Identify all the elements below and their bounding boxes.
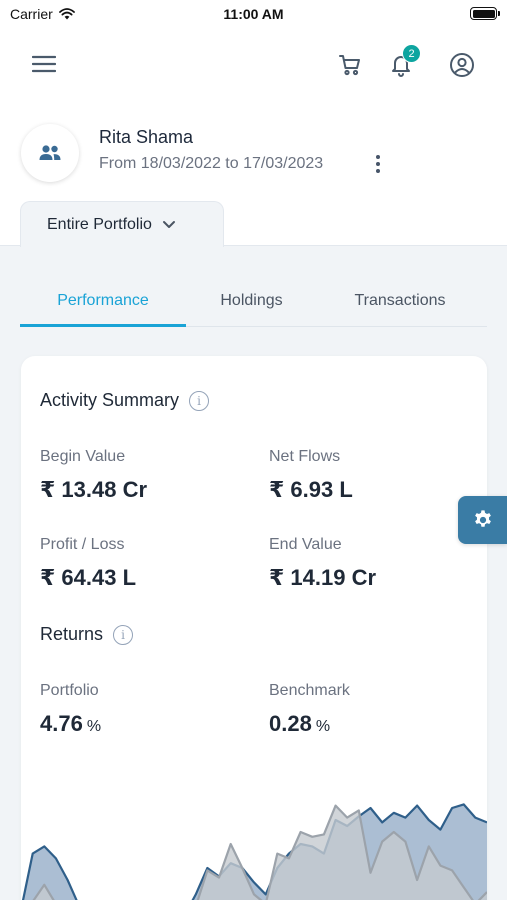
more-options-button[interactable] [368,154,388,174]
performance-card: Activity Summary i Begin Value ₹ 13.48 C… [21,356,487,900]
tab-performance[interactable]: Performance [20,280,186,327]
tab-holdings[interactable]: Holdings [186,280,317,327]
profit-loss-label: Profit / Loss [40,536,125,553]
app-toolbar [0,44,507,88]
benchmark-return: 0.28% [269,711,330,737]
performance-chart [21,792,487,900]
returns-title: Returns [40,624,104,644]
info-icon[interactable]: i [189,390,210,411]
user-circle-icon [450,53,474,77]
portfolio-return-label: Portfolio [40,682,99,699]
client-profile: Rita Shama From 18/03/2022 to 17/03/2023 [0,118,507,198]
portfolio-return: 4.76% [40,711,101,737]
percent-unit: % [315,718,331,735]
end-value: ₹ 14.19 Cr [269,565,377,590]
client-avatar[interactable] [21,124,79,182]
cart-icon [339,55,360,76]
end-value-label: End Value [269,536,342,553]
benchmark-return-value: 0.28 [269,711,312,736]
gear-icon [474,510,491,527]
dot-icon [376,162,380,166]
returns-heading: Returns i [40,624,134,645]
info-icon[interactable]: i [113,624,134,645]
profile-button[interactable] [444,47,480,83]
activity-summary-heading: Activity Summary i [40,390,210,411]
battery-icon [470,7,500,20]
menu-button[interactable] [26,46,62,82]
profit-loss-value: ₹ 64.43 L [40,565,137,590]
activity-summary-title: Activity Summary [40,390,180,410]
date-range: From 18/03/2022 to 17/03/2023 [99,155,324,172]
percent-unit: % [86,718,102,735]
settings-button[interactable] [458,496,507,544]
status-bar: Carrier 11:00 AM [0,0,507,30]
clock: 11:00 AM [223,6,284,22]
notification-count-badge: 2 [402,44,421,63]
hamburger-menu-icon [32,55,56,73]
cart-button[interactable] [332,47,368,83]
portfolio-selector-label: Entire Portfolio [47,215,152,233]
net-flows-label: Net Flows [269,448,341,465]
begin-value: ₹ 13.48 Cr [40,477,148,502]
net-flows-value: ₹ 6.93 L [269,477,353,502]
portfolio-return-value: 4.76 [40,711,83,736]
portfolio-selector[interactable]: Entire Portfolio [20,201,224,247]
performance-chart-svg [21,803,487,900]
chevron-down-icon [162,220,176,230]
tab-transactions[interactable]: Transactions [326,280,474,327]
begin-value-label: Begin Value [40,448,126,465]
section-tabs: Performance Holdings Transactions [20,280,487,327]
group-users-icon [39,145,61,160]
dot-icon [376,155,380,159]
client-name: Rita Shama [99,127,194,147]
dot-icon [376,169,380,173]
benchmark-return-label: Benchmark [269,682,350,699]
